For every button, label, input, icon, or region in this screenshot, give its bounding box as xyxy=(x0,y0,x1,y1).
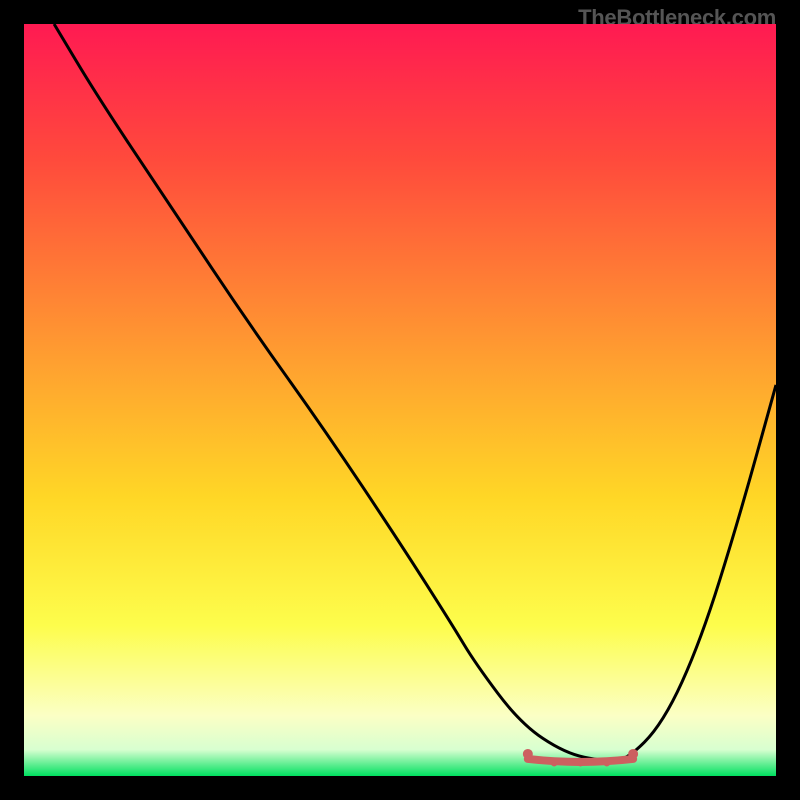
curve-path xyxy=(54,24,776,761)
bottleneck-curve xyxy=(24,24,776,776)
chart-frame: TheBottleneck.com xyxy=(24,24,776,776)
